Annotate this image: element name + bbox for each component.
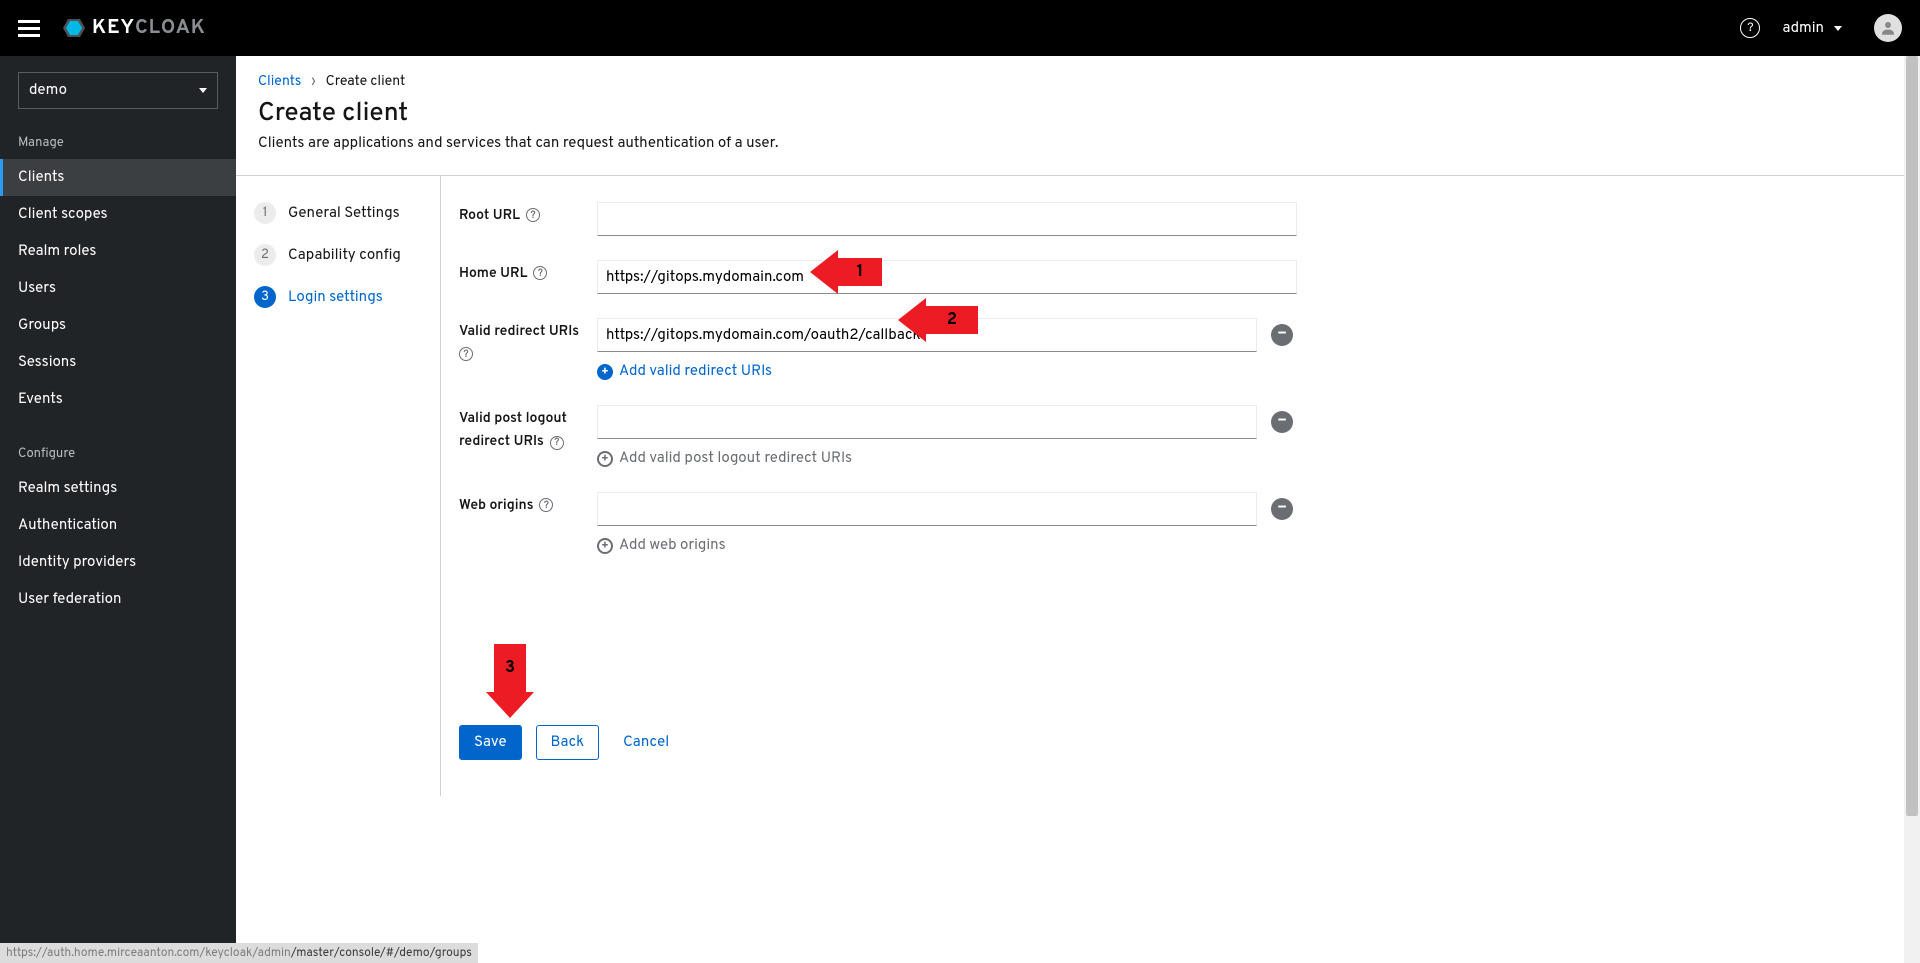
realm-name: demo (29, 81, 67, 100)
plus-circle-icon: + (597, 451, 613, 467)
wizard-steps: 1 General Settings 2 Capability config 3… (236, 176, 441, 796)
valid-redirect-input[interactable] (597, 318, 1257, 352)
sidebar-item-authentication[interactable]: Authentication (0, 507, 236, 544)
app-header: KEYCLOAK ? admin (0, 0, 1920, 56)
sidebar-heading-configure: Configure (0, 432, 236, 470)
remove-web-origin-button[interactable]: − (1271, 498, 1293, 520)
web-origins-input[interactable] (597, 492, 1257, 526)
root-url-label: Root URL ? (459, 202, 597, 236)
sidebar-item-clients[interactable]: Clients (0, 159, 236, 196)
avatar-icon (1879, 19, 1897, 37)
sidebar-item-realm-roles[interactable]: Realm roles (0, 233, 236, 270)
sidebar-item-identity-providers[interactable]: Identity providers (0, 544, 236, 581)
breadcrumb-current: Create client (326, 74, 406, 91)
help-icon[interactable]: ? (533, 266, 547, 280)
add-web-origins-button[interactable]: + Add web origins (597, 536, 726, 555)
user-menu[interactable]: admin (1782, 19, 1842, 38)
sidebar-item-events[interactable]: Events (0, 381, 236, 418)
wizard-step-label: Login settings (288, 288, 383, 307)
home-url-label: Home URL ? (459, 260, 597, 294)
sidebar-heading-manage: Manage (0, 121, 236, 159)
wizard-step-label: General Settings (288, 204, 400, 223)
page-title: Create client (258, 97, 1920, 130)
sidebar-item-user-federation[interactable]: User federation (0, 581, 236, 618)
page-description: Clients are applications and services th… (258, 134, 1920, 153)
breadcrumb-parent[interactable]: Clients (258, 74, 301, 91)
sidebar-item-users[interactable]: Users (0, 270, 236, 307)
help-icon[interactable]: ? (539, 498, 553, 512)
form-actions: Save Back Cancel (459, 725, 1920, 760)
help-icon[interactable]: ? (526, 208, 540, 222)
wizard-step-number: 2 (254, 244, 276, 266)
wizard-step-capability[interactable]: 2 Capability config (254, 244, 420, 266)
sidebar: demo Manage Clients Client scopes Realm … (0, 56, 236, 963)
sidebar-item-client-scopes[interactable]: Client scopes (0, 196, 236, 233)
realm-selector[interactable]: demo (18, 72, 218, 109)
add-valid-redirect-button[interactable]: + Add valid redirect URIs (597, 362, 772, 381)
save-button[interactable]: Save (459, 725, 522, 760)
keycloak-logo-icon (62, 16, 86, 40)
cancel-button[interactable]: Cancel (613, 726, 679, 759)
wizard-step-number: 3 (254, 286, 276, 308)
home-url-input[interactable] (597, 260, 1297, 294)
help-icon[interactable]: ? (550, 436, 564, 450)
help-icon[interactable]: ? (459, 347, 473, 361)
brand-text-left: KEY (92, 15, 135, 41)
remove-redirect-uri-button[interactable]: − (1271, 324, 1293, 346)
breadcrumb: Clients › Create client (258, 74, 1920, 91)
wizard-step-login[interactable]: 3 Login settings (254, 286, 420, 308)
user-name: admin (1782, 19, 1824, 38)
sidebar-item-groups[interactable]: Groups (0, 307, 236, 344)
help-icon[interactable]: ? (1740, 18, 1760, 38)
remove-post-logout-uri-button[interactable]: − (1271, 411, 1293, 433)
wizard-step-general[interactable]: 1 General Settings (254, 202, 420, 224)
plus-circle-icon: + (597, 538, 613, 554)
scrollbar-thumb[interactable] (1906, 56, 1918, 816)
sidebar-item-realm-settings[interactable]: Realm settings (0, 470, 236, 507)
chevron-down-icon (199, 88, 207, 93)
main-content: Clients › Create client Create client Cl… (236, 56, 1920, 963)
wizard-step-number: 1 (254, 202, 276, 224)
status-bar-url: https://auth.home.mirceaanton.com/keyclo… (0, 943, 478, 963)
back-button[interactable]: Back (536, 725, 600, 760)
breadcrumb-separator-icon: › (311, 74, 315, 91)
chevron-down-icon (1834, 26, 1842, 31)
plus-circle-icon: + (597, 364, 613, 380)
wizard-step-label: Capability config (288, 246, 401, 265)
valid-redirect-label: Valid redirect URIs ? (459, 318, 597, 381)
add-valid-post-logout-button[interactable]: + Add valid post logout redirect URIs (597, 449, 852, 468)
sidebar-item-sessions[interactable]: Sessions (0, 344, 236, 381)
brand-logo[interactable]: KEYCLOAK (62, 15, 206, 41)
valid-post-logout-input[interactable] (597, 405, 1257, 439)
brand-text-right: CLOAK (135, 15, 206, 41)
valid-post-logout-label: Valid post logout redirect URIs ? (459, 405, 597, 468)
avatar[interactable] (1874, 14, 1902, 42)
form: Root URL ? Home URL ? Valid redirect (441, 176, 1920, 796)
hamburger-menu-icon[interactable] (18, 20, 40, 37)
scrollbar-track[interactable] (1904, 56, 1920, 963)
web-origins-label: Web origins ? (459, 492, 597, 555)
root-url-input[interactable] (597, 202, 1297, 236)
